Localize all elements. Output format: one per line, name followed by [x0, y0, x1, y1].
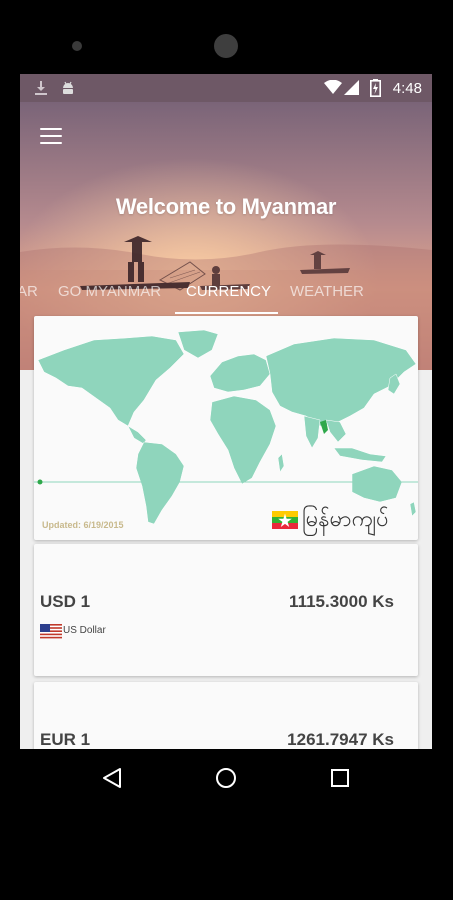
wifi-icon	[324, 80, 342, 94]
currency-country-name: မြန်မာကျပ်	[302, 507, 389, 532]
rate-code: USD 1	[40, 592, 91, 611]
updated-date: Updated: 6/19/2015	[42, 520, 124, 530]
tab-currency[interactable]: CURRENCY	[186, 283, 271, 300]
status-bar: 4:48	[20, 74, 432, 102]
home-icon[interactable]	[213, 765, 239, 791]
front-camera	[214, 34, 238, 58]
menu-button[interactable]	[40, 126, 64, 146]
download-icon	[35, 81, 47, 95]
app-screen: 4:48 Welcome to Myanmar AR GO MYANMAR CU…	[20, 74, 432, 749]
tab-weather[interactable]: WEATHER	[290, 283, 364, 300]
back-icon[interactable]	[99, 765, 125, 791]
rate-value: 1115.3000 Ks	[289, 592, 394, 611]
recents-icon[interactable]	[327, 765, 353, 791]
page-title: Welcome to Myanmar	[115, 194, 337, 219]
myanmar-flag-icon	[272, 511, 298, 529]
active-tab-indicator	[175, 312, 278, 314]
rate-code: EUR 1	[40, 730, 91, 749]
rate-card-eur[interactable]: EUR 1 1261.7947 Ks	[34, 682, 418, 749]
rate-value: 1261.7947 Ks	[287, 730, 394, 749]
clock: 4:48	[392, 80, 422, 97]
navigation-bar	[0, 749, 453, 900]
device-top-bezel	[0, 0, 453, 74]
tab-go-myanmar[interactable]: GO MYANMAR	[58, 283, 161, 300]
rate-card-usd[interactable]: USD 1 1115.3000 Ks US Dollar	[34, 544, 418, 676]
signal-icon	[344, 80, 359, 95]
proximity-sensor	[72, 41, 82, 51]
currency-name: US Dollar	[63, 625, 106, 636]
tab-partial-ar[interactable]: AR	[20, 283, 38, 300]
us-flag-icon	[40, 624, 62, 639]
battery-charging-icon	[370, 79, 381, 97]
tab-bar: AR GO MYANMAR CURRENCY WEATHER	[20, 274, 432, 314]
currency-map-card: Updated: 6/19/2015 မြန်မာကျပ်	[34, 316, 418, 540]
android-icon	[63, 81, 73, 94]
